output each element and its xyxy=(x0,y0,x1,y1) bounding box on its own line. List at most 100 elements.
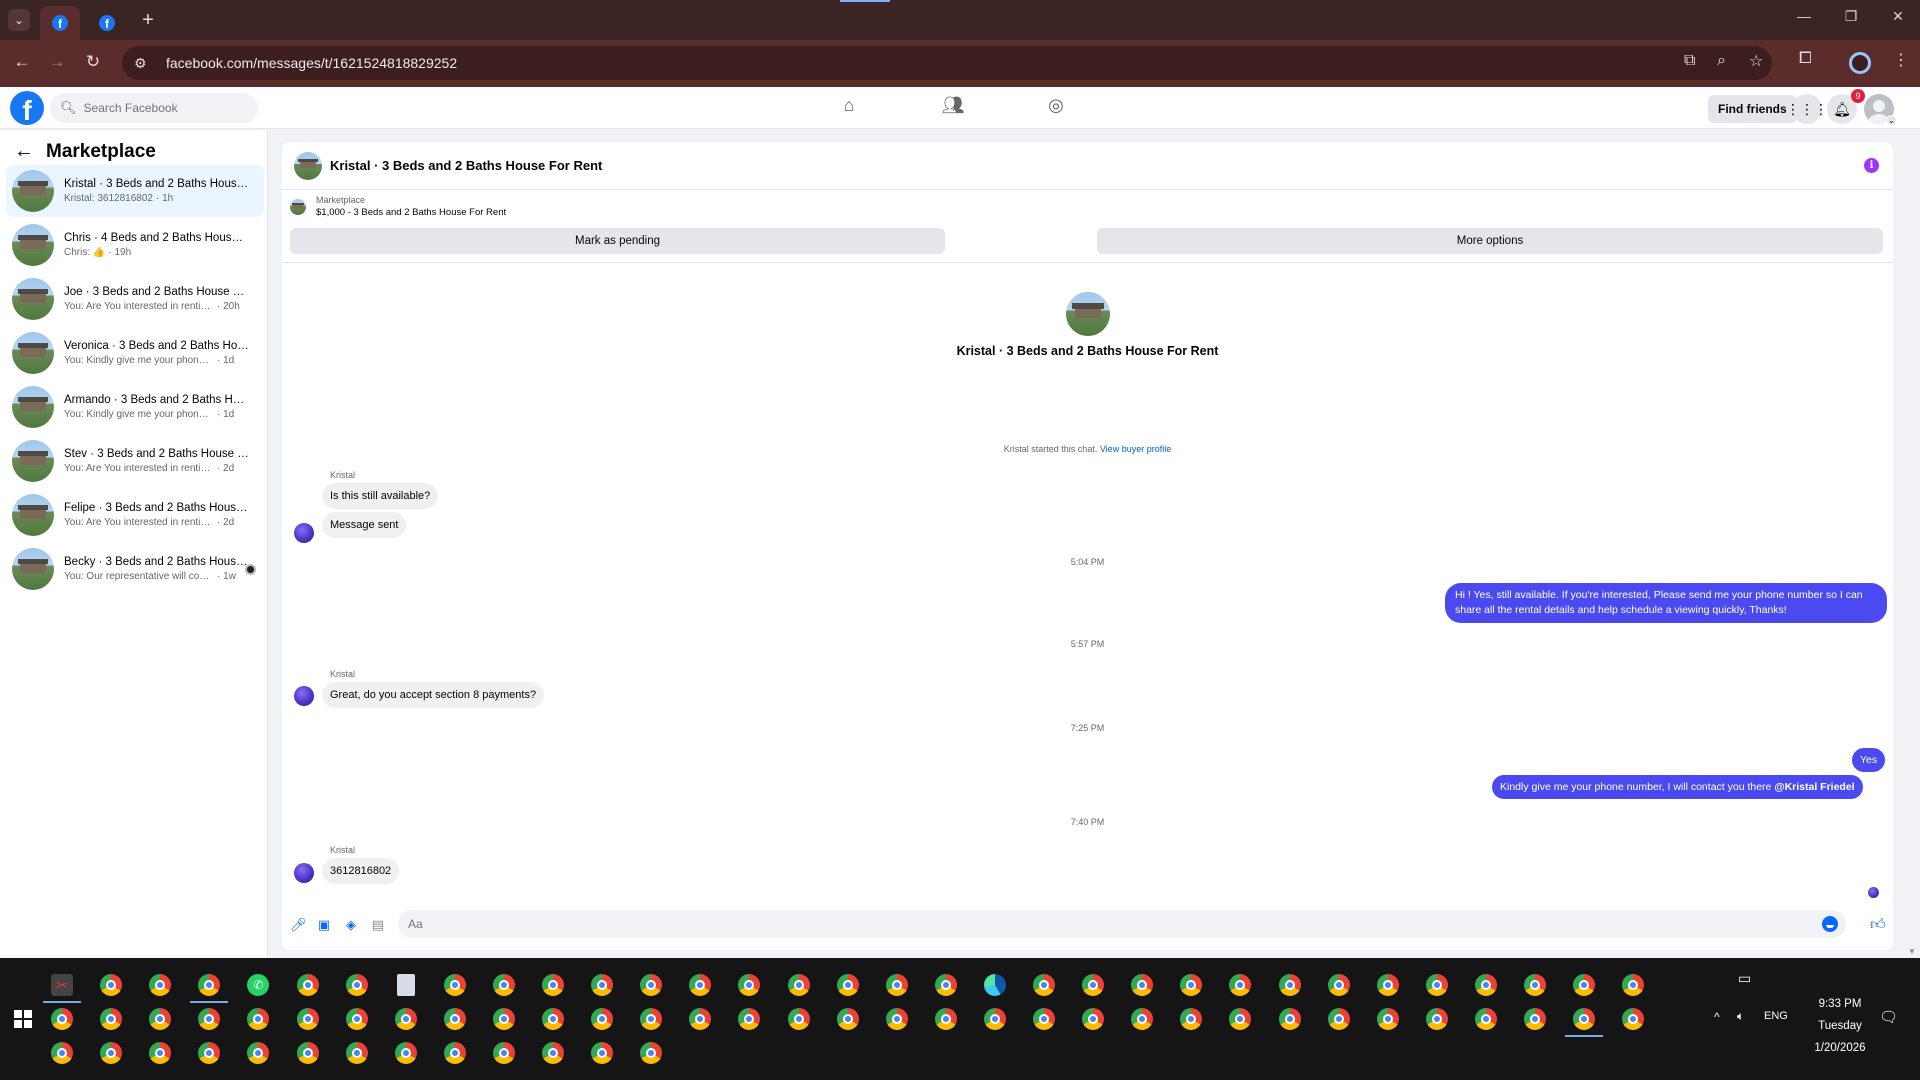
groups-icon[interactable]: ◎ xyxy=(1042,95,1070,121)
chrome-taskbar-icon[interactable] xyxy=(1326,1006,1352,1032)
chrome-taskbar-icon[interactable] xyxy=(1277,972,1303,998)
microphone-icon[interactable]: 🎤︎ xyxy=(290,917,307,933)
chrome-taskbar-icon[interactable] xyxy=(638,1040,664,1066)
app-taskbar-icon[interactable] xyxy=(393,972,419,998)
chrome-taskbar-icon[interactable] xyxy=(344,1040,370,1066)
incoming-message[interactable]: Great, do you accept section 8 payments? xyxy=(322,682,545,708)
chrome-taskbar-icon[interactable] xyxy=(344,972,370,998)
conversation-item[interactable]: Kristal · 3 Beds and 2 Baths House For R… xyxy=(6,165,264,217)
chrome-taskbar-icon[interactable] xyxy=(1424,972,1450,998)
view-buyer-profile-link[interactable]: View buyer profile xyxy=(1100,444,1171,454)
chrome-taskbar-icon[interactable] xyxy=(1031,972,1057,998)
chrome-taskbar-icon[interactable] xyxy=(491,972,517,998)
minimize-icon[interactable]: — xyxy=(1784,8,1824,24)
gif-icon[interactable]: ▤ xyxy=(370,917,386,933)
chrome-taskbar-icon[interactable] xyxy=(147,1006,173,1032)
chrome-taskbar-icon[interactable] xyxy=(933,1006,959,1032)
install-app-icon[interactable]: ⧉ xyxy=(1684,52,1695,70)
chrome-taskbar-icon[interactable] xyxy=(884,972,910,998)
menu-grid-icon[interactable]: ⋮⋮⋮ xyxy=(1786,94,1828,124)
chat-title[interactable]: Kristal · 3 Beds and 2 Baths House For R… xyxy=(330,158,602,173)
chrome-taskbar-icon[interactable] xyxy=(687,1006,713,1032)
conversation-item[interactable]: Felipe · 3 Beds and 2 Baths House For Re… xyxy=(6,489,264,541)
chrome-taskbar-icon[interactable] xyxy=(982,1006,1008,1032)
chrome-taskbar-icon[interactable] xyxy=(736,1006,762,1032)
friends-icon[interactable]: 👥︎ xyxy=(939,95,967,121)
sticker-icon[interactable]: ◈ xyxy=(343,917,359,933)
site-settings-icon[interactable]: ⚙ xyxy=(134,55,152,72)
find-friends-button[interactable]: Find friends xyxy=(1708,95,1797,123)
chrome-taskbar-icon[interactable] xyxy=(835,972,861,998)
bookmark-star-icon[interactable]: ☆ xyxy=(1749,51,1763,71)
chrome-taskbar-icon[interactable] xyxy=(589,972,615,998)
chrome-taskbar-icon[interactable] xyxy=(393,1040,419,1066)
chrome-taskbar-icon[interactable] xyxy=(1326,972,1352,998)
conversation-item[interactable]: Armando · 3 Beds and 2 Baths House For R… xyxy=(6,381,264,433)
outgoing-message[interactable]: Kindly give me your phone number, I will… xyxy=(1492,775,1863,799)
chevron-down-icon[interactable]: ⌄ xyxy=(1886,115,1897,126)
chat-listing-avatar[interactable] xyxy=(294,151,322,180)
facebook-logo-icon[interactable]: f xyxy=(10,91,44,125)
address-bar[interactable]: ⚙ facebook.com/messages/t/16215248188292… xyxy=(122,46,1772,80)
scroll-down-arrow-icon[interactable]: ▼ xyxy=(1908,947,1916,956)
outgoing-message[interactable]: Yes xyxy=(1852,748,1886,772)
chrome-taskbar-icon[interactable] xyxy=(98,1040,124,1066)
page-scrollbar[interactable]: ▼ xyxy=(1905,130,1920,958)
more-options-button[interactable]: More options xyxy=(1097,228,1883,254)
chrome-taskbar-icon[interactable] xyxy=(736,972,762,998)
photo-icon[interactable]: ▣ xyxy=(316,917,332,933)
menu-kebab-icon[interactable]: ⋮ xyxy=(1893,50,1909,70)
listing-summary[interactable]: Marketplace $1,000 - 3 Beds and 2 Baths … xyxy=(290,195,506,218)
zoom-icon[interactable]: ⌕ xyxy=(1717,52,1726,70)
thumbs-up-icon[interactable]: 👍︎ xyxy=(1870,917,1886,933)
conversation-item[interactable]: Veronica · 3 Beds and 2 Baths House For … xyxy=(6,327,264,379)
emoji-icon[interactable] xyxy=(1822,916,1838,932)
windows-start-icon[interactable] xyxy=(14,1010,32,1028)
message-input[interactable] xyxy=(408,917,1798,931)
chrome-taskbar-icon[interactable] xyxy=(295,1006,321,1032)
chrome-taskbar-icon[interactable] xyxy=(147,1040,173,1066)
chrome-taskbar-icon[interactable] xyxy=(786,972,812,998)
message-input-box[interactable] xyxy=(398,910,1846,938)
chrome-taskbar-icon[interactable] xyxy=(49,1006,75,1032)
chrome-taskbar-icon[interactable] xyxy=(933,972,959,998)
restore-icon[interactable]: ❐ xyxy=(1831,8,1871,25)
chrome-taskbar-icon[interactable] xyxy=(442,972,468,998)
chrome-taskbar-icon[interactable] xyxy=(540,972,566,998)
sender-avatar[interactable] xyxy=(294,523,314,543)
facebook-search[interactable]: 🔍︎ xyxy=(50,93,258,123)
chrome-taskbar-icon[interactable] xyxy=(196,1040,222,1066)
conversation-item[interactable]: Becky · 3 Beds and 2 Baths House For Ren… xyxy=(6,543,264,595)
whatsapp-taskbar-icon[interactable]: ✆ xyxy=(245,972,271,998)
reload-icon[interactable]: ↻ xyxy=(81,52,105,72)
back-arrow-icon[interactable]: ← xyxy=(10,52,34,72)
back-arrow-icon[interactable]: ← xyxy=(14,140,34,163)
chrome-taskbar-icon[interactable] xyxy=(1375,972,1401,998)
profile-icon[interactable] xyxy=(1849,52,1871,74)
chrome-taskbar-icon[interactable] xyxy=(1620,972,1646,998)
taskbar-clock[interactable]: 9:33 PM Tuesday 1/20/2026 xyxy=(1800,993,1880,1059)
chrome-taskbar-icon[interactable] xyxy=(1227,1006,1253,1032)
sender-avatar[interactable] xyxy=(294,686,314,706)
chrome-taskbar-icon[interactable] xyxy=(295,1040,321,1066)
chrome-taskbar-icon[interactable] xyxy=(687,972,713,998)
incoming-message[interactable]: 3612816802 xyxy=(322,858,400,884)
mention-link[interactable]: @Kristal Friedel xyxy=(1774,781,1854,793)
chrome-taskbar-icon[interactable] xyxy=(540,1040,566,1066)
incoming-message[interactable]: Message sent xyxy=(322,512,407,538)
chrome-taskbar-icon[interactable] xyxy=(491,1040,517,1066)
chrome-taskbar-icon[interactable] xyxy=(589,1040,615,1066)
chrome-taskbar-icon[interactable] xyxy=(1277,1006,1303,1032)
forward-arrow-icon[interactable]: → xyxy=(45,52,69,72)
browser-tab-facebook-active[interactable]: f xyxy=(40,6,80,40)
chrome-taskbar-icon[interactable] xyxy=(1031,1006,1057,1032)
chrome-taskbar-icon[interactable] xyxy=(1571,972,1597,998)
new-tab-button[interactable]: + xyxy=(136,8,160,32)
snipping-tool-taskbar-icon[interactable]: ✂ xyxy=(49,972,75,998)
chrome-taskbar-icon[interactable] xyxy=(1522,1006,1548,1032)
chrome-taskbar-icon[interactable] xyxy=(98,972,124,998)
browser-tab-facebook[interactable]: f xyxy=(92,6,122,40)
chrome-taskbar-icon[interactable] xyxy=(540,1006,566,1032)
chrome-taskbar-icon[interactable] xyxy=(1129,972,1155,998)
chrome-taskbar-icon[interactable] xyxy=(295,972,321,998)
